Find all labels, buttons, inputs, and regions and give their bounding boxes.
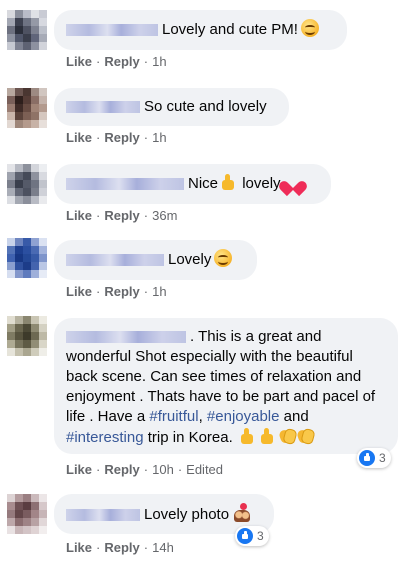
timestamp[interactable]: 36m	[152, 208, 177, 223]
reaction-count-value: 3	[379, 451, 386, 465]
separator: ·	[143, 284, 149, 299]
timestamp[interactable]: 10h	[152, 462, 174, 477]
separator: ·	[143, 130, 149, 145]
comment-actions: Like · Reply · 1h	[66, 130, 167, 146]
edited-label[interactable]: Edited	[186, 462, 223, 477]
avatar[interactable]	[7, 164, 47, 204]
like-link[interactable]: Like	[66, 54, 92, 69]
timestamp[interactable]: 1h	[152, 54, 166, 69]
comment-bubble: So cute and lovely	[54, 88, 289, 126]
separator: ·	[96, 208, 101, 223]
thumbs-up-emoji-icon	[220, 173, 236, 191]
avatar[interactable]	[7, 10, 47, 50]
commenter-name[interactable]	[66, 331, 186, 344]
thumbs-up-emoji-icon	[259, 427, 275, 445]
comment-text: trip in Korea.	[143, 429, 233, 446]
hashtag-link[interactable]: #fruitful	[149, 408, 198, 425]
separator: ·	[96, 540, 101, 555]
comment-bubble: Lovely	[54, 240, 257, 280]
comment-bubble: Lovely and cute PM!	[54, 10, 347, 50]
comment-text: So cute and lovely	[144, 98, 267, 115]
comment-actions: Like · Reply · 14h	[66, 540, 174, 556]
commenter-name[interactable]	[66, 509, 140, 522]
timestamp[interactable]: 1h	[152, 284, 166, 299]
like-link[interactable]: Like	[66, 462, 92, 477]
reaction-count[interactable]: 3	[235, 526, 269, 546]
like-link[interactable]: Like	[66, 284, 92, 299]
sparkling-heart-emoji-icon	[284, 173, 302, 191]
smile-emoji-icon	[214, 249, 233, 267]
commenter-name[interactable]	[66, 254, 164, 267]
separator: ·	[177, 462, 183, 477]
commenter-name[interactable]	[66, 178, 184, 191]
reply-link[interactable]: Reply	[104, 208, 139, 223]
clapping-hands-emoji-icon	[296, 427, 313, 445]
comment-actions: Like · Reply · 10h · Edited	[66, 462, 223, 478]
like-link[interactable]: Like	[66, 130, 92, 145]
comment-actions: Like · Reply · 1h	[66, 54, 167, 70]
comment-text: Lovely	[168, 251, 212, 268]
comment-text: Lovely and cute PM!	[162, 21, 298, 38]
avatar[interactable]	[7, 238, 47, 278]
reply-link[interactable]: Reply	[104, 540, 139, 555]
reply-link[interactable]: Reply	[104, 284, 139, 299]
timestamp[interactable]: 1h	[152, 130, 166, 145]
separator: ·	[96, 54, 101, 69]
separator: ·	[96, 462, 101, 477]
like-reaction-icon	[237, 528, 253, 544]
avatar[interactable]	[7, 316, 47, 356]
avatar[interactable]	[7, 494, 47, 534]
reaction-count[interactable]: 3	[357, 448, 391, 468]
comment-actions: Like · Reply · 36m	[66, 208, 177, 224]
separator: ·	[96, 130, 101, 145]
comment-text: Nice	[188, 175, 219, 192]
timestamp[interactable]: 14h	[152, 540, 174, 555]
reply-link[interactable]: Reply	[104, 462, 139, 477]
smile-emoji-icon	[300, 19, 319, 37]
comment-text: lovely	[242, 175, 281, 192]
commenter-name[interactable]	[66, 101, 140, 114]
separator: ·	[143, 540, 149, 555]
avatar[interactable]	[7, 88, 47, 128]
like-link[interactable]: Like	[66, 208, 92, 223]
comment-actions: Like · Reply · 1h	[66, 284, 167, 300]
comment-text: Lovely photo	[144, 506, 230, 523]
comment-bubble: Nice lovely	[54, 164, 331, 204]
reply-link[interactable]: Reply	[104, 54, 139, 69]
comment-text: and	[279, 408, 309, 425]
separator: ·	[143, 208, 149, 223]
separator: ·	[96, 284, 101, 299]
like-reaction-icon	[359, 450, 375, 466]
separator: ·	[143, 54, 149, 69]
comment-text: ,	[198, 408, 207, 425]
comment-bubble: . This is a great and wonderful Shot esp…	[54, 318, 398, 454]
reply-link[interactable]: Reply	[104, 130, 139, 145]
reaction-count-value: 3	[257, 529, 264, 543]
hashtag-link[interactable]: #interesting	[66, 429, 144, 446]
hashtag-link[interactable]: #enjoyable	[207, 408, 280, 425]
separator: ·	[143, 462, 149, 477]
like-link[interactable]: Like	[66, 540, 92, 555]
commenter-name[interactable]	[66, 24, 158, 37]
couple-emoji-icon	[232, 503, 252, 523]
clapping-hands-emoji-icon	[278, 427, 295, 445]
thumbs-up-emoji-icon	[239, 427, 255, 445]
